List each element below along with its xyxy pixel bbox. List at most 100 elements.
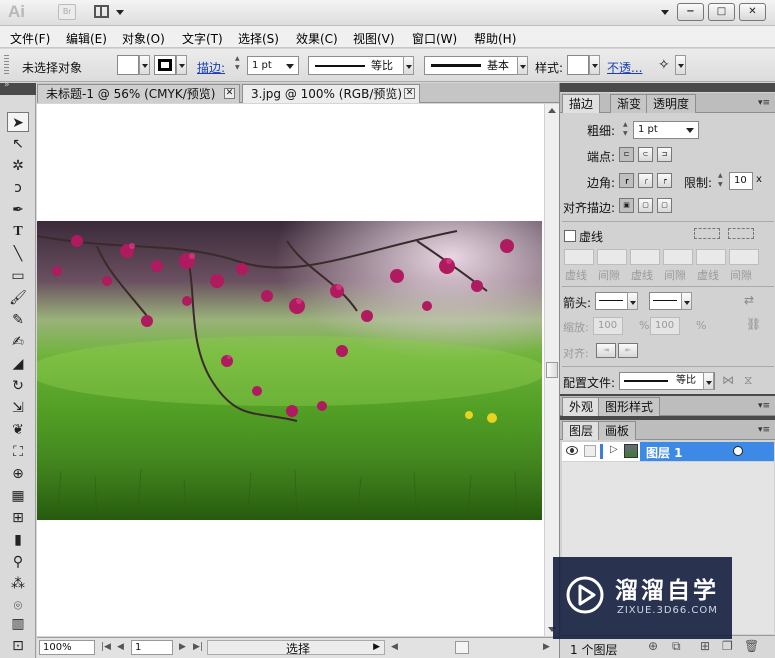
fill-swatch[interactable] — [117, 55, 139, 75]
variable-width-profile[interactable]: 等比 — [308, 56, 414, 75]
limit-spinner[interactable] — [717, 172, 729, 192]
gap-1-field[interactable] — [597, 249, 627, 265]
placed-photo[interactable] — [37, 221, 542, 520]
column-graph-tool-icon[interactable]: ▥ — [7, 614, 29, 634]
target-circle-icon[interactable] — [733, 446, 743, 456]
tab-3-jpg[interactable]: 3.jpg @ 100% (RGB/预览) ✕ — [242, 84, 420, 103]
stroke-weight-spinner[interactable] — [234, 55, 246, 75]
panel-menu-icon[interactable]: ▾≡ — [758, 401, 770, 411]
flip-horizontal-icon[interactable]: ⋈ — [722, 373, 734, 387]
align-inside-icon[interactable]: ▢ — [638, 198, 653, 213]
scroll-left-icon[interactable]: ◀ — [391, 642, 398, 652]
dash-2-field[interactable] — [630, 249, 660, 265]
workspace-switcher-icon[interactable] — [661, 10, 669, 15]
delete-layer-icon[interactable]: 🗑 — [744, 639, 759, 653]
blob-brush-tool-icon[interactable]: ✍ — [7, 332, 29, 352]
rotate-tool-icon[interactable]: ↻ — [7, 376, 29, 396]
direct-selection-tool-icon[interactable]: ↖ — [7, 134, 29, 154]
graphic-style-swatch[interactable] — [567, 55, 589, 75]
menu-object[interactable]: 对象(O) — [122, 30, 165, 47]
profile-field[interactable]: 等比 — [619, 372, 715, 390]
arrange-documents-button[interactable] — [94, 4, 124, 20]
menu-edit[interactable]: 编辑(E) — [66, 30, 107, 47]
bridge-button[interactable]: Br — [58, 4, 76, 20]
selection-tool-icon[interactable]: ➤ — [7, 112, 29, 132]
eraser-tool-icon[interactable]: ◢ — [7, 354, 29, 374]
panel-menu-icon[interactable]: ▾≡ — [758, 425, 770, 435]
menu-select[interactable]: 选择(S) — [238, 30, 279, 47]
graphic-style-dropdown[interactable] — [589, 55, 600, 75]
pen-tool-icon[interactable]: ✒ — [7, 200, 29, 220]
line-tool-icon[interactable]: ╲ — [7, 244, 29, 264]
free-transform-tool-icon[interactable]: ⛶ — [7, 442, 29, 462]
align-outside-icon[interactable]: ▢ — [657, 198, 672, 213]
start-scale-field[interactable]: 100 — [593, 317, 623, 335]
opacity-link[interactable]: 不透... — [607, 59, 642, 76]
round-cap-icon[interactable]: ⊂ — [638, 147, 653, 162]
menu-file[interactable]: 文件(F) — [10, 30, 50, 47]
tab-artboards[interactable]: 画板 — [598, 421, 637, 440]
bevel-join-icon[interactable]: ┍ — [657, 173, 672, 188]
mesh-tool-icon[interactable]: ⊞ — [7, 508, 29, 528]
tab-transparency[interactable]: 透明度 — [646, 94, 697, 113]
close-button[interactable]: ✕ — [739, 3, 766, 21]
new-sublayer-icon[interactable]: ⊞ — [700, 639, 710, 653]
round-join-icon[interactable]: ╭ — [638, 173, 653, 188]
projecting-cap-icon[interactable]: ⊐ — [657, 147, 672, 162]
menu-window[interactable]: 窗口(W) — [412, 30, 457, 47]
artboard-field[interactable]: 1 — [131, 640, 173, 655]
gap-3-field[interactable] — [729, 249, 759, 265]
panel-menu-icon[interactable]: ▾≡ — [758, 98, 770, 108]
next-artboard-icon[interactable]: ▶ — [179, 642, 186, 652]
locate-object-icon[interactable]: ⊕ — [648, 639, 658, 653]
first-artboard-icon[interactable]: |◀ — [101, 642, 111, 652]
symbol-sprayer-tool-icon[interactable]: ⌾ — [7, 596, 29, 616]
perspective-grid-tool-icon[interactable]: ▦ — [7, 486, 29, 506]
maximize-button[interactable]: □ — [708, 3, 735, 21]
fill-dropdown[interactable] — [139, 55, 150, 75]
last-artboard-icon[interactable]: ▶| — [193, 642, 203, 652]
lock-toggle[interactable] — [584, 445, 596, 457]
dock-header[interactable] — [560, 83, 775, 92]
arrow-extend-icon[interactable]: ⇥ — [596, 343, 616, 358]
profile-dropdown[interactable] — [703, 372, 714, 390]
weight-field[interactable]: 1 pt — [633, 121, 699, 139]
profile-dropdown[interactable] — [403, 56, 414, 75]
zoom-field[interactable]: 100% — [39, 640, 95, 655]
magic-wand-icon[interactable]: ✧ — [658, 57, 670, 73]
new-layer-icon[interactable]: ❐ — [722, 639, 733, 653]
menu-view[interactable]: 视图(V) — [353, 30, 395, 47]
type-tool-icon[interactable]: T — [7, 222, 29, 242]
flip-vertical-icon[interactable]: ⧖ — [744, 373, 752, 388]
end-scale-field[interactable]: 100 — [650, 317, 680, 335]
scroll-right-icon[interactable]: ▶ — [543, 642, 550, 652]
layer-row[interactable]: ▷ 图层 1 — [562, 442, 774, 461]
end-arrowhead-dropdown[interactable] — [681, 292, 692, 310]
brush-definition[interactable]: 基本 — [424, 56, 518, 75]
paintbrush-tool-icon[interactable]: 🖌 — [7, 288, 29, 308]
grip-handle[interactable] — [4, 55, 9, 75]
gradient-tool-icon[interactable]: ▮ — [7, 530, 29, 550]
rectangle-tool-icon[interactable]: ▭ — [7, 266, 29, 286]
menu-help[interactable]: 帮助(H) — [474, 30, 516, 47]
expand-triangle-icon[interactable]: ▷ — [610, 444, 618, 455]
status-menu[interactable]: 选择 ▶ — [207, 640, 385, 656]
tab-layers[interactable]: 图层 — [562, 421, 601, 440]
lasso-tool-icon[interactable]: ↄ — [7, 178, 29, 198]
limit-field[interactable]: 10 — [729, 172, 753, 190]
align-dash-icon[interactable] — [728, 228, 754, 239]
layer-name[interactable]: 图层 1 — [646, 444, 683, 461]
stroke-swatch[interactable] — [154, 55, 176, 75]
stroke-dropdown[interactable] — [176, 55, 187, 75]
prev-artboard-icon[interactable]: ◀ — [117, 642, 124, 652]
stroke-panel-link[interactable]: 描边: — [197, 59, 225, 76]
toolbox-header[interactable]: » — [0, 80, 36, 95]
tab-appearance[interactable]: 外观 — [562, 397, 601, 416]
align-center-icon[interactable]: ▣ — [619, 198, 634, 213]
close-icon[interactable]: ✕ — [224, 88, 235, 99]
menu-effect[interactable]: 效果(C) — [296, 30, 338, 47]
tab-untitled-1[interactable]: 未标题-1 @ 56% (CMYK/预览) ✕ — [37, 84, 240, 103]
menu-type[interactable]: 文字(T) — [182, 30, 223, 47]
dash-1-field[interactable] — [564, 249, 594, 265]
scale-tool-icon[interactable]: ⇲ — [7, 398, 29, 418]
